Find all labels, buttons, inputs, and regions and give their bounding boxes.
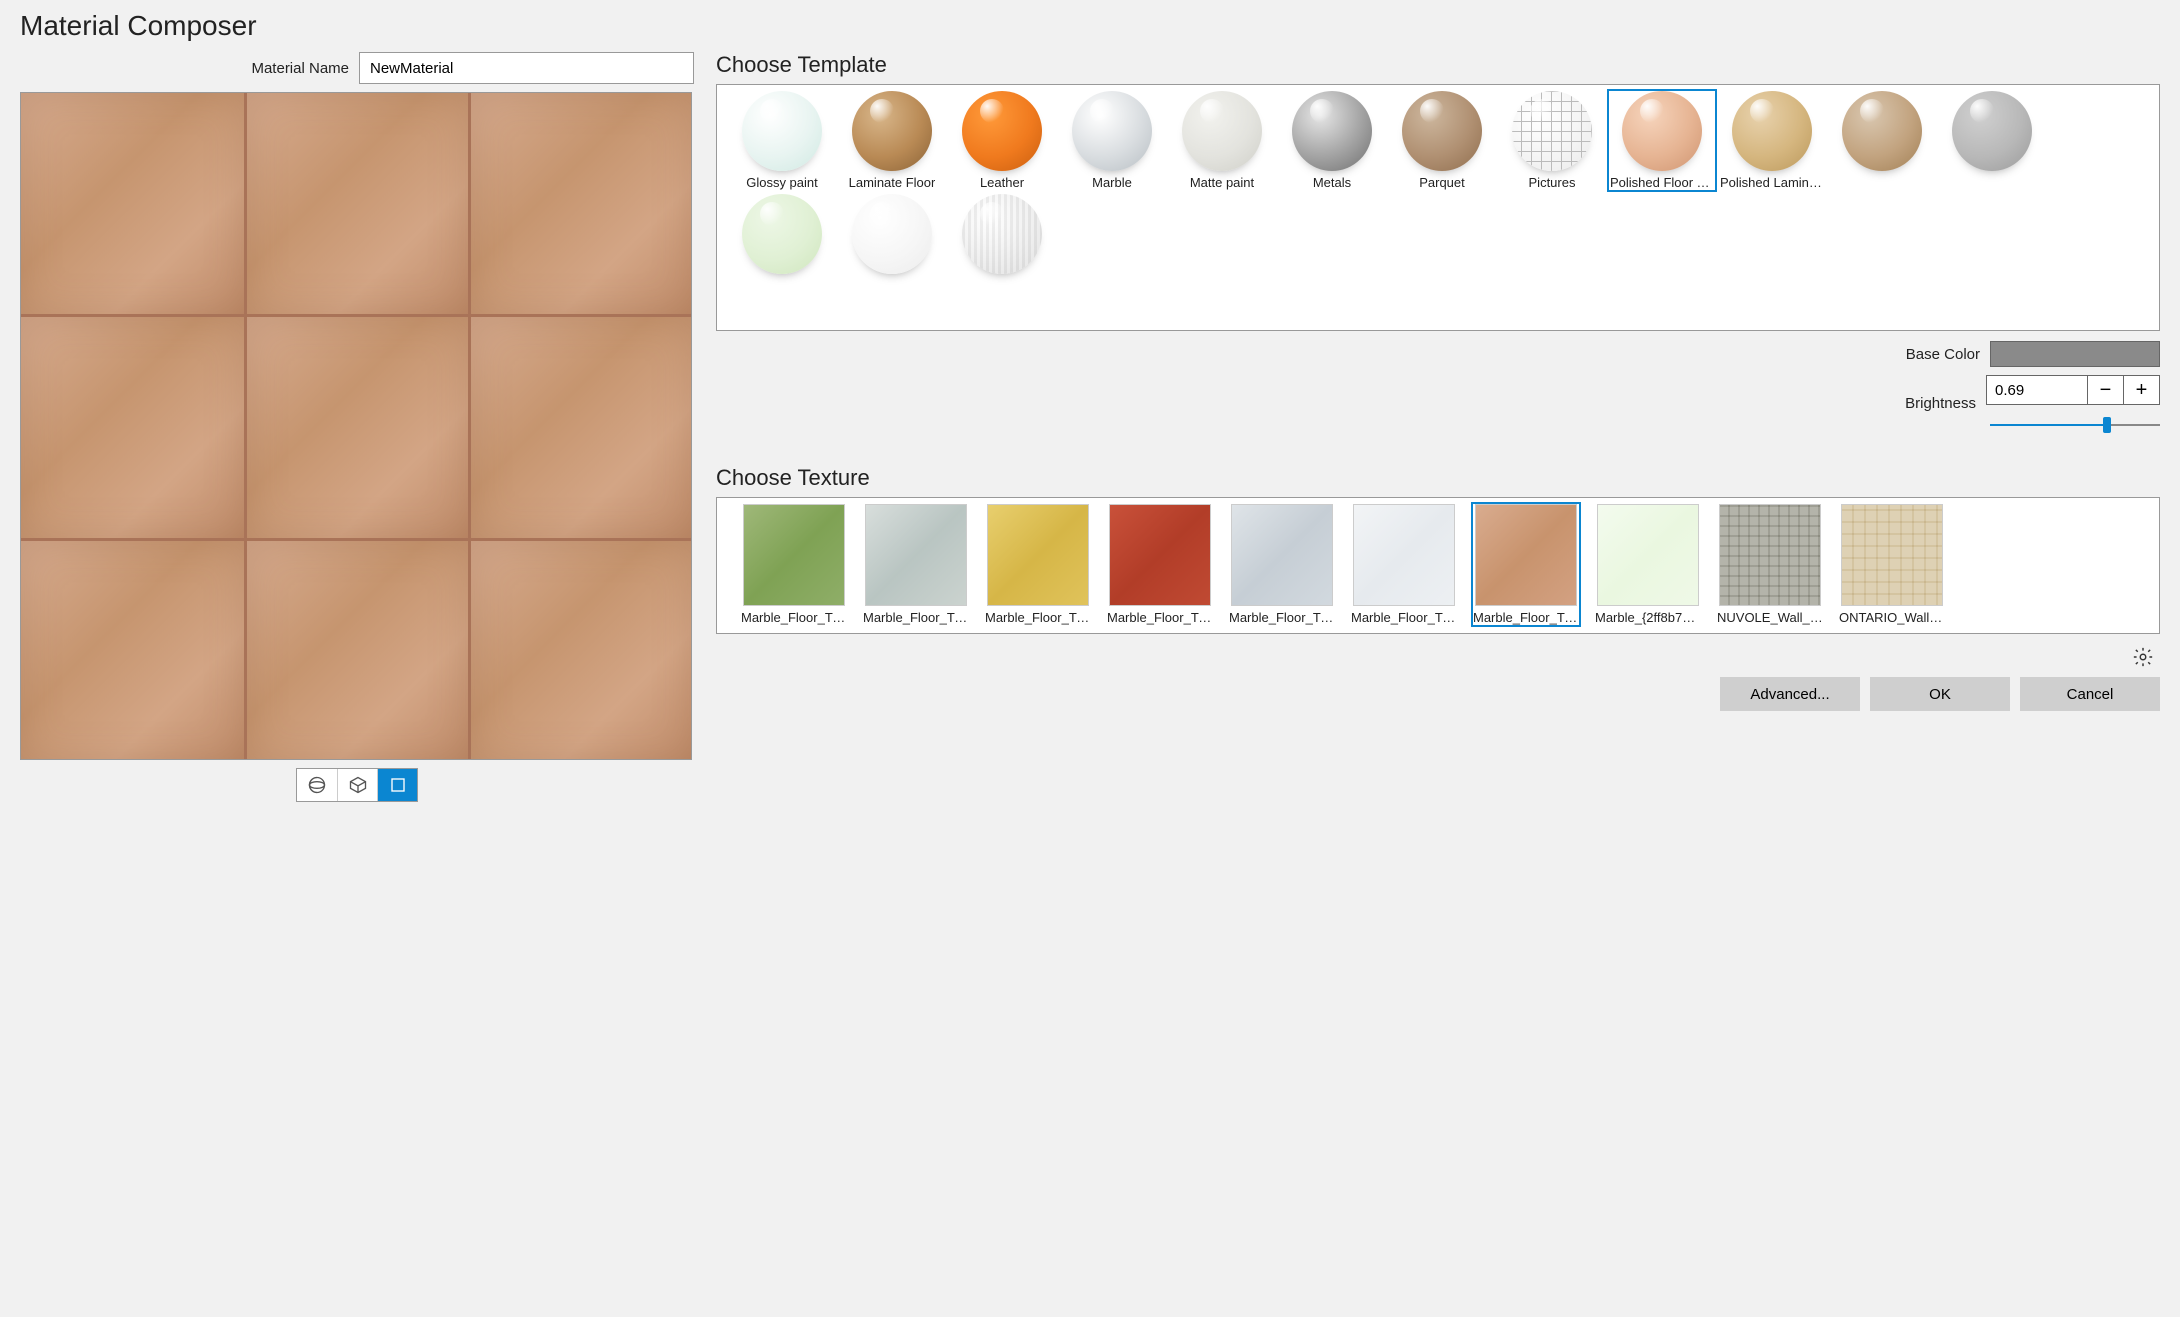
material-name-label: Material Name bbox=[251, 60, 349, 77]
advanced-button[interactable]: Advanced... bbox=[1720, 677, 1860, 711]
template-item[interactable]: Polished Laminate... bbox=[1717, 89, 1827, 192]
template-sphere bbox=[1402, 91, 1482, 171]
choose-template-title: Choose Template bbox=[716, 52, 2160, 78]
texture-thumb bbox=[1597, 504, 1699, 606]
template-label: Metals bbox=[1313, 175, 1351, 190]
texture-label: NUVOLE_Wall_Til... bbox=[1717, 610, 1823, 625]
texture-thumb bbox=[743, 504, 845, 606]
texture-label: Marble_Floor_Tile... bbox=[1473, 610, 1579, 625]
texture-label: Marble_Floor_Tile... bbox=[1229, 610, 1335, 625]
base-color-swatch[interactable] bbox=[1990, 341, 2160, 367]
sphere-icon bbox=[307, 775, 327, 795]
material-preview bbox=[20, 92, 692, 760]
template-sphere bbox=[1952, 91, 2032, 171]
template-sphere bbox=[962, 91, 1042, 171]
template-label: Matte paint bbox=[1190, 175, 1254, 190]
ok-button[interactable]: OK bbox=[1870, 677, 2010, 711]
brightness-increment-button[interactable]: + bbox=[2123, 376, 2159, 404]
page-title: Material Composer bbox=[20, 10, 2160, 42]
template-sphere bbox=[1842, 91, 1922, 171]
texture-label: Marble_Floor_Tile... bbox=[863, 610, 969, 625]
view-sphere-button[interactable] bbox=[297, 769, 337, 801]
texture-item[interactable]: ONTARIO_Wall_Til... bbox=[1837, 502, 1947, 627]
brightness-decrement-button[interactable]: − bbox=[2087, 376, 2123, 404]
texture-thumb bbox=[1475, 504, 1577, 606]
template-item[interactable]: Pictures bbox=[1497, 89, 1607, 192]
template-item[interactable]: Metals bbox=[1277, 89, 1387, 192]
template-sphere bbox=[1072, 91, 1152, 171]
template-panel[interactable]: Glossy paint Laminate Floor Leather Marble M… bbox=[716, 84, 2160, 331]
view-flat-button[interactable] bbox=[377, 769, 417, 801]
cancel-button[interactable]: Cancel bbox=[2020, 677, 2160, 711]
texture-thumb bbox=[865, 504, 967, 606]
preview-view-toggle bbox=[296, 768, 418, 802]
texture-thumb bbox=[1719, 504, 1821, 606]
template-label: Parquet bbox=[1419, 175, 1465, 190]
template-item[interactable] bbox=[1937, 89, 2047, 192]
template-sphere bbox=[1292, 91, 1372, 171]
texture-item[interactable]: NUVOLE_Wall_Til... bbox=[1715, 502, 1825, 627]
template-item[interactable]: Matte paint bbox=[1167, 89, 1277, 192]
template-item[interactable] bbox=[727, 192, 837, 280]
template-label: Glossy paint bbox=[746, 175, 818, 190]
texture-item[interactable]: Marble_Floor_Tile... bbox=[1227, 502, 1337, 627]
texture-item[interactable]: Marble_Floor_Tile... bbox=[1471, 502, 1581, 627]
brightness-label: Brightness bbox=[1905, 395, 1976, 412]
template-sphere bbox=[1732, 91, 1812, 171]
template-item[interactable] bbox=[947, 192, 1057, 280]
template-label: Polished Laminate... bbox=[1720, 175, 1824, 190]
material-name-input[interactable] bbox=[359, 52, 694, 84]
template-sphere bbox=[742, 91, 822, 171]
template-label: Leather bbox=[980, 175, 1024, 190]
template-item[interactable]: Marble bbox=[1057, 89, 1167, 192]
brightness-input[interactable] bbox=[1987, 376, 2087, 404]
template-item[interactable]: Laminate Floor bbox=[837, 89, 947, 192]
template-sphere bbox=[1622, 91, 1702, 171]
texture-panel[interactable]: Marble_Floor_Tile... Marble_Floor_Tile...… bbox=[716, 497, 2160, 634]
view-cube-button[interactable] bbox=[337, 769, 377, 801]
texture-label: Marble_Floor_Tile... bbox=[985, 610, 1091, 625]
template-sphere bbox=[962, 194, 1042, 274]
gear-icon bbox=[2132, 646, 2154, 668]
texture-thumb bbox=[987, 504, 1089, 606]
settings-button[interactable] bbox=[2132, 646, 2154, 671]
template-sphere bbox=[1512, 91, 1592, 171]
texture-thumb bbox=[1353, 504, 1455, 606]
cube-icon bbox=[348, 775, 368, 795]
brightness-spinner: − + bbox=[1986, 375, 2160, 405]
template-label: Marble bbox=[1092, 175, 1132, 190]
template-label: Pictures bbox=[1529, 175, 1576, 190]
texture-item[interactable]: Marble_{2ff8b70c... bbox=[1593, 502, 1703, 627]
texture-item[interactable]: Marble_Floor_Tile... bbox=[983, 502, 1093, 627]
template-label: Polished Floor Tiles bbox=[1610, 175, 1714, 190]
template-item[interactable] bbox=[1827, 89, 1937, 192]
template-sphere bbox=[852, 194, 932, 274]
texture-item[interactable]: Marble_Floor_Tile... bbox=[861, 502, 971, 627]
base-color-label: Base Color bbox=[1906, 346, 1980, 363]
texture-item[interactable]: Marble_Floor_Tile... bbox=[1105, 502, 1215, 627]
template-sphere bbox=[742, 194, 822, 274]
texture-thumb bbox=[1231, 504, 1333, 606]
texture-label: Marble_{2ff8b70c... bbox=[1595, 610, 1701, 625]
template-item[interactable]: Glossy paint bbox=[727, 89, 837, 192]
brightness-slider[interactable] bbox=[1990, 415, 2160, 435]
template-sphere bbox=[852, 91, 932, 171]
texture-label: Marble_Floor_Tile... bbox=[1351, 610, 1457, 625]
template-item[interactable]: Polished Floor Tiles bbox=[1607, 89, 1717, 192]
texture-thumb bbox=[1841, 504, 1943, 606]
texture-item[interactable]: Marble_Floor_Tile... bbox=[739, 502, 849, 627]
texture-label: Marble_Floor_Tile... bbox=[1107, 610, 1213, 625]
texture-thumb bbox=[1109, 504, 1211, 606]
template-label: Laminate Floor bbox=[849, 175, 936, 190]
texture-label: Marble_Floor_Tile... bbox=[741, 610, 847, 625]
template-item[interactable] bbox=[837, 192, 947, 280]
template-sphere bbox=[1182, 91, 1262, 171]
template-item[interactable]: Parquet bbox=[1387, 89, 1497, 192]
texture-item[interactable]: Marble_Floor_Tile... bbox=[1349, 502, 1459, 627]
square-icon bbox=[389, 776, 407, 794]
template-item[interactable]: Leather bbox=[947, 89, 1057, 192]
choose-texture-title: Choose Texture bbox=[716, 465, 2160, 491]
texture-label: ONTARIO_Wall_Til... bbox=[1839, 610, 1945, 625]
